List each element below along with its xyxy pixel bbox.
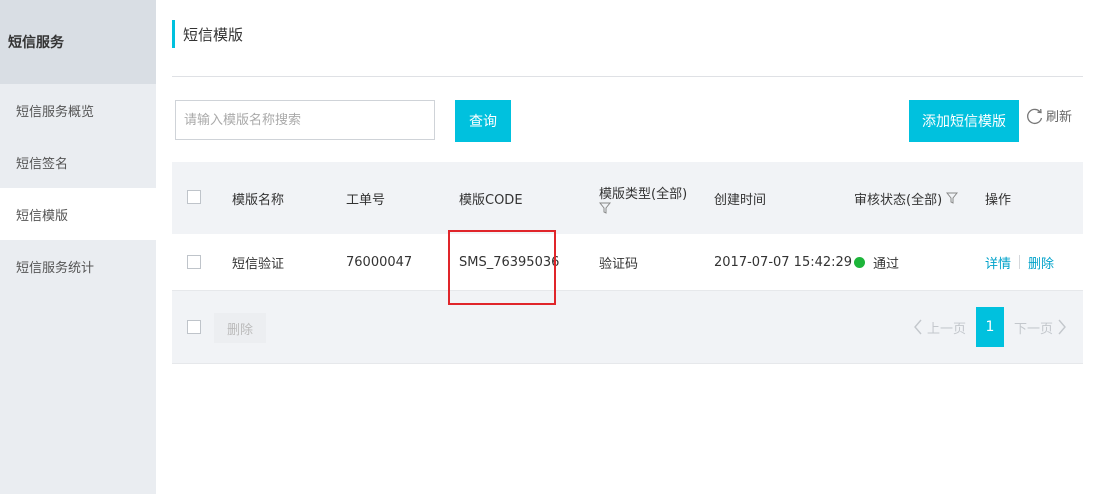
col-status-label: 审核状态(全部): [854, 192, 943, 208]
detail-link[interactable]: 详情: [985, 253, 1011, 272]
row-created: 2017-07-07 15:42:29: [714, 254, 853, 270]
row-status-label: 通过: [873, 256, 900, 272]
table-header: 模版名称 工单号 模版CODE 模版类型(全部) 创建时间 审核状态(全部) 操…: [172, 162, 1083, 234]
row-name: 短信验证: [232, 256, 285, 272]
pagination: 上一页 1 下一页: [904, 307, 1075, 347]
table-footer: 删除 上一页 1 下一页: [172, 291, 1083, 364]
query-button[interactable]: 查询: [455, 100, 511, 142]
next-page-label: 下一页: [1013, 321, 1053, 337]
chevron-right-icon: [1058, 319, 1066, 335]
page-number-1[interactable]: 1: [975, 307, 1004, 347]
sidebar-header: 短信服务: [0, 0, 156, 84]
row-ticket: 76000047: [346, 254, 413, 270]
refresh-button[interactable]: 刷新: [1026, 106, 1072, 125]
footer-select-all-checkbox[interactable]: [187, 320, 201, 334]
col-name: 模版名称: [232, 192, 285, 208]
row-status: 通过: [854, 234, 899, 290]
col-ticket: 工单号: [346, 192, 386, 208]
prev-page-label: 上一页: [926, 321, 966, 337]
next-page-button[interactable]: 下一页: [1005, 309, 1075, 345]
chevron-left-icon: [914, 319, 922, 335]
refresh-label: 刷新: [1046, 110, 1073, 125]
page-title: 短信模版: [172, 20, 243, 48]
add-template-button[interactable]: 添加短信模版: [909, 100, 1019, 142]
prev-page-button[interactable]: 上一页: [904, 309, 974, 345]
col-type[interactable]: 模版类型(全部): [599, 162, 687, 234]
sidebar-item-statistics[interactable]: 短信服务统计: [0, 240, 156, 292]
ops-divider: [1019, 255, 1021, 269]
bulk-delete-button[interactable]: 删除: [214, 313, 266, 343]
sidebar-item-template[interactable]: 短信模版: [0, 188, 156, 240]
filter-icon: [599, 202, 611, 214]
col-ops: 操作: [985, 192, 1012, 208]
delete-link[interactable]: 删除: [1028, 253, 1054, 272]
row-checkbox[interactable]: [187, 255, 201, 269]
filter-icon: [946, 192, 959, 204]
row-type: 验证码: [599, 256, 639, 272]
title-divider: [172, 76, 1083, 77]
row-ops: 详情 删除: [985, 234, 1054, 290]
row-code: SMS_76395036: [459, 254, 560, 270]
col-code: 模版CODE: [459, 192, 523, 208]
col-type-label: 模版类型(全部): [599, 186, 688, 202]
col-status[interactable]: 审核状态(全部): [854, 162, 959, 234]
search-input[interactable]: [175, 100, 435, 140]
table-row: 短信验证 76000047 SMS_76395036 验证码 2017-07-0…: [172, 234, 1083, 291]
status-dot-icon: [854, 256, 865, 268]
sidebar-item-overview[interactable]: 短信服务概览: [0, 84, 156, 136]
select-all-checkbox[interactable]: [187, 190, 201, 204]
col-created: 创建时间: [714, 192, 767, 208]
sidebar-item-signature[interactable]: 短信签名: [0, 136, 156, 188]
refresh-icon: [1027, 108, 1043, 124]
template-table: 模版名称 工单号 模版CODE 模版类型(全部) 创建时间 审核状态(全部) 操…: [172, 162, 1083, 364]
sidebar: 短信服务 短信服务概览 短信签名 短信模版 短信服务统计: [0, 0, 156, 494]
